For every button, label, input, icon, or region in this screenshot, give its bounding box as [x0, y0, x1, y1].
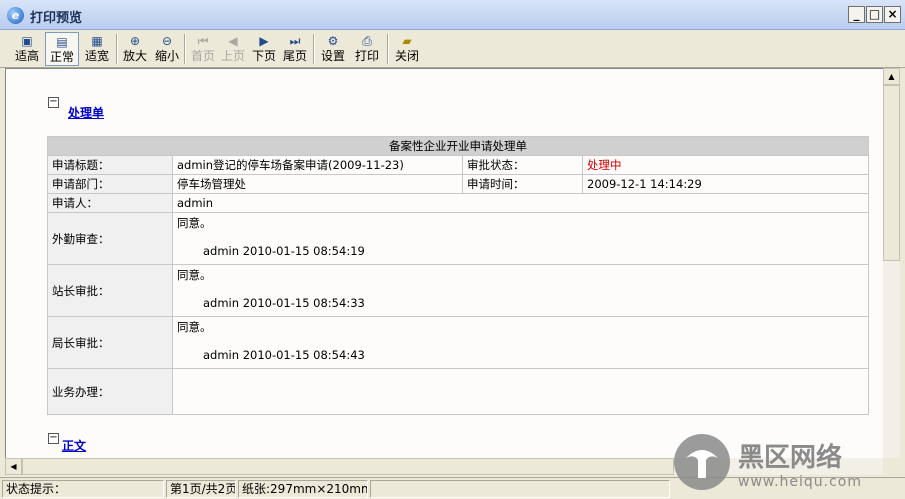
- subject-label: 申请标题：: [47, 155, 173, 175]
- section-processing-link[interactable]: 处理单: [68, 104, 104, 121]
- station-approval-text: 同意。: [177, 268, 212, 282]
- department-label: 申请部门：: [47, 174, 173, 194]
- toolbar: ▣ 适高 ▤ 正常 ▦ 适宽 ⊕ 放大 ⊖ 缩小 ⏮ 首页 ◀ 上页 ▶ 下页 …: [0, 30, 905, 68]
- normal-size-button[interactable]: ▤ 正常: [45, 32, 79, 66]
- vertical-scrollbar[interactable]: ▲: [883, 68, 900, 458]
- applicant-label: 申请人：: [47, 193, 173, 213]
- field-review-signature: admin 2010-01-15 08:54:19: [203, 244, 365, 258]
- business-label: 业务办理：: [47, 368, 173, 415]
- fit-height-button[interactable]: ▣ 适高: [10, 32, 44, 66]
- page-indicator: 第1页/共2页: [166, 480, 236, 498]
- zoom-in-label: 放大: [122, 49, 147, 63]
- paper-size: 纸张:297mm×210mm: [238, 480, 368, 498]
- print-button[interactable]: ⎙ 打印: [350, 32, 384, 66]
- close-folder-icon: ▰: [402, 34, 412, 48]
- time-label: 申请时间：: [462, 174, 583, 194]
- zoom-out-label: 缩小: [154, 49, 179, 63]
- close-button[interactable]: ×: [884, 6, 901, 23]
- fit-width-button[interactable]: ▦ 适宽: [80, 32, 114, 66]
- minimize-button[interactable]: _: [848, 6, 865, 23]
- collapse-toggle-icon[interactable]: −: [48, 97, 59, 108]
- prev-page-icon: ◀: [228, 34, 238, 48]
- table-row: 站长审批： 同意。 admin 2010-01-15 08:54:33: [47, 264, 869, 317]
- table-row: 业务办理：: [47, 368, 869, 415]
- print-label: 打印: [354, 49, 379, 63]
- table-row: 申请人： admin: [47, 193, 869, 213]
- prev-page-label: 上页: [220, 49, 245, 63]
- bureau-approval-text: 同意。: [177, 320, 212, 334]
- fit-height-icon: ▣: [21, 34, 33, 48]
- collapse-toggle-icon[interactable]: −: [48, 433, 59, 444]
- close-preview-button[interactable]: ▰ 关闭: [390, 32, 424, 66]
- title-bar: e 打印预览 _ □ ×: [0, 0, 905, 30]
- ie-icon: e: [7, 7, 24, 24]
- subject-value: admin登记的停车场备案申请(2009-11-23): [172, 155, 463, 175]
- zoom-in-icon: ⊕: [129, 34, 141, 48]
- field-review-label: 外勤审查：: [47, 212, 173, 265]
- settings-icon: ⚙: [327, 34, 339, 48]
- time-value: 2009-12-1 14:14:29: [582, 174, 869, 194]
- status-value: 处理中: [582, 155, 869, 175]
- table-row: 外勤审查： 同意。 admin 2010-01-15 08:54:19: [47, 212, 869, 265]
- zoom-out-button[interactable]: ⊖ 缩小: [150, 32, 184, 66]
- prev-page-button[interactable]: ◀ 上页: [216, 32, 250, 66]
- station-approval-label: 站长审批：: [47, 264, 173, 317]
- fit-width-label: 适宽: [84, 49, 109, 63]
- heiqu-watermark-logo: 黑区网络 www.heiqu.com: [674, 434, 862, 490]
- watermark-brand: 黑区网络: [738, 442, 842, 473]
- department-value: 停车场管理处: [172, 174, 463, 194]
- table-row: 局长审批： 同意。 admin 2010-01-15 08:54:43: [47, 316, 869, 369]
- section-body-link[interactable]: 正文: [62, 437, 86, 454]
- applicant-value: admin: [172, 193, 869, 213]
- settings-label: 设置: [320, 49, 345, 63]
- last-page-label: 尾页: [282, 49, 307, 63]
- watermark-url: www.heiqu.com: [738, 474, 862, 490]
- status-empty-cell: [370, 480, 670, 498]
- scroll-up-icon[interactable]: ▲: [883, 68, 900, 85]
- business-value: [172, 368, 869, 415]
- field-review-opinion: 同意。 admin 2010-01-15 08:54:19: [172, 212, 869, 265]
- toolbar-separator: [313, 34, 315, 64]
- scroll-left-icon[interactable]: ◀: [5, 458, 22, 475]
- normal-size-label: 正常: [49, 50, 74, 64]
- vertical-scroll-thumb[interactable]: [883, 85, 900, 261]
- next-page-button[interactable]: ▶ 下页: [247, 32, 281, 66]
- horizontal-scroll-thumb[interactable]: [22, 458, 674, 475]
- last-page-icon: ⏭: [289, 34, 301, 48]
- toolbar-separator: [387, 34, 389, 64]
- fit-height-label: 适高: [14, 49, 39, 63]
- first-page-icon: ⏮: [197, 34, 209, 48]
- window-title: 打印预览: [30, 11, 83, 26]
- settings-button[interactable]: ⚙ 设置: [316, 32, 350, 66]
- zoom-out-icon: ⊖: [161, 34, 173, 48]
- fit-width-icon: ▦: [91, 34, 103, 48]
- status-hint: 状态提示：: [2, 480, 164, 498]
- preview-page: − 处理单 备案性企业开业申请处理单 申请标题： admin登记的停车场备案申请…: [5, 68, 883, 458]
- next-page-label: 下页: [251, 49, 276, 63]
- last-page-button[interactable]: ⏭ 尾页: [278, 32, 312, 66]
- application-form-table: 备案性企业开业申请处理单 申请标题： admin登记的停车场备案申请(2009-…: [47, 136, 869, 415]
- station-approval-signature: admin 2010-01-15 08:54:33: [203, 296, 365, 310]
- normal-size-icon: ▤: [56, 35, 68, 49]
- table-row: 申请部门： 停车场管理处 申请时间： 2009-12-1 14:14:29: [47, 174, 869, 194]
- zoom-in-button[interactable]: ⊕ 放大: [118, 32, 152, 66]
- maximize-button[interactable]: □: [866, 6, 883, 23]
- printer-icon: ⎙: [362, 34, 372, 48]
- next-page-icon: ▶: [259, 34, 269, 48]
- field-review-text: 同意。: [177, 216, 212, 230]
- table-row: 申请标题： admin登记的停车场备案申请(2009-11-23) 审批状态： …: [47, 155, 869, 175]
- close-preview-label: 关闭: [394, 49, 419, 63]
- bureau-approval-opinion: 同意。 admin 2010-01-15 08:54:43: [172, 316, 869, 369]
- status-label: 审批状态：: [462, 155, 583, 175]
- bureau-approval-label: 局长审批：: [47, 316, 173, 369]
- first-page-label: 首页: [190, 49, 215, 63]
- form-caption: 备案性企业开业申请处理单: [47, 136, 869, 156]
- first-page-button[interactable]: ⏮ 首页: [186, 32, 220, 66]
- bureau-approval-signature: admin 2010-01-15 08:54:43: [203, 348, 365, 362]
- station-approval-opinion: 同意。 admin 2010-01-15 08:54:33: [172, 264, 869, 317]
